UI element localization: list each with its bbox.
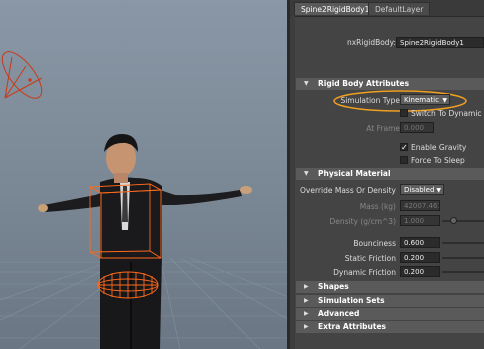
section-title: Simulation Sets <box>318 296 385 305</box>
mass-field[interactable]: 42007.461 <box>400 200 440 211</box>
tab-bar: Spine2RigidBody1 DefaultLayer <box>290 0 484 17</box>
tab-defaultlayer[interactable]: DefaultLayer <box>368 2 431 15</box>
bounciness-label: Bounciness <box>353 239 396 248</box>
override-mass-dropdown[interactable]: Disabled ▼ <box>400 184 444 195</box>
section-advanced[interactable]: ▶ Advanced <box>296 308 484 320</box>
dropdown-caret-icon: ▼ <box>436 187 441 194</box>
density-field[interactable]: 1.000 <box>400 215 440 226</box>
section-title: Advanced <box>318 309 360 318</box>
section-title: Shapes <box>318 282 349 291</box>
static-friction-label: Static Friction <box>344 254 396 263</box>
viewport-scene <box>0 46 288 349</box>
static-friction-slider[interactable] <box>442 257 484 259</box>
at-frame-label: At Frame <box>366 124 400 133</box>
static-friction-field[interactable]: 0.200 <box>400 252 440 263</box>
light-cone-icon[interactable] <box>0 46 49 105</box>
expand-right-icon: ▶ <box>304 283 309 290</box>
at-frame-field[interactable]: 0.000 <box>400 122 434 133</box>
enable-gravity-label: Enable Gravity <box>411 143 467 152</box>
override-mass-label: Override Mass Or Density <box>300 186 396 195</box>
expand-right-icon: ▶ <box>304 323 309 330</box>
dynamic-friction-field[interactable]: 0.200 <box>400 266 440 277</box>
force-to-sleep-checkbox[interactable] <box>400 156 408 164</box>
density-label: Density (g/cm^3) <box>329 217 396 226</box>
node-name-row: nxRigidBody: Spine2RigidBody1 <box>290 36 484 50</box>
switch-to-dynamic-checkbox[interactable] <box>400 109 408 117</box>
switch-to-dynamic-label: Switch To Dynamic <box>411 109 482 118</box>
section-title: Rigid Body Attributes <box>318 79 410 88</box>
viewport-3d[interactable] <box>0 0 288 349</box>
attribute-editor: Spine2RigidBody1 DefaultLayer nxRigidBod… <box>290 0 484 349</box>
tab-spine2rigidbody1[interactable]: Spine2RigidBody1 <box>294 2 377 15</box>
node-type-label: nxRigidBody: <box>346 38 396 47</box>
dynamic-friction-label: Dynamic Friction <box>333 268 396 277</box>
node-name-field[interactable]: Spine2RigidBody1 <box>396 37 484 48</box>
dynamic-friction-slider[interactable] <box>442 271 484 273</box>
density-slider-knob[interactable] <box>450 217 457 224</box>
expand-down-icon: ▼ <box>304 80 309 87</box>
override-mass-value: Disabled <box>404 186 435 194</box>
bounciness-slider[interactable] <box>442 242 484 244</box>
expand-right-icon: ▶ <box>304 297 309 304</box>
density-slider[interactable] <box>442 220 484 222</box>
section-shapes[interactable]: ▶ Shapes <box>296 281 484 293</box>
section-title: Extra Attributes <box>318 322 387 331</box>
expand-down-icon: ▼ <box>304 170 309 177</box>
simulation-type-label: Simulation Type <box>340 96 400 105</box>
character-model[interactable] <box>38 134 252 349</box>
mass-label: Mass (kg) <box>359 202 396 211</box>
simulation-type-dropdown[interactable]: Kinematic ▼ <box>400 94 450 105</box>
scroll-strip[interactable] <box>290 16 295 349</box>
dropdown-caret-icon: ▼ <box>442 97 447 104</box>
bounciness-field[interactable]: 0.600 <box>400 237 440 248</box>
section-simulation-sets[interactable]: ▶ Simulation Sets <box>296 295 484 307</box>
section-title: Physical Material <box>318 169 391 178</box>
enable-gravity-checkbox[interactable]: ✓ <box>400 143 408 152</box>
force-to-sleep-label: Force To Sleep <box>411 156 465 165</box>
section-physical-material[interactable]: ▼ Physical Material <box>296 168 484 180</box>
hip-capsule-wireframe[interactable] <box>97 271 159 299</box>
expand-right-icon: ▶ <box>304 310 309 317</box>
simulation-type-value: Kinematic <box>404 96 439 104</box>
section-extra-attributes[interactable]: ▶ Extra Attributes <box>296 321 484 333</box>
